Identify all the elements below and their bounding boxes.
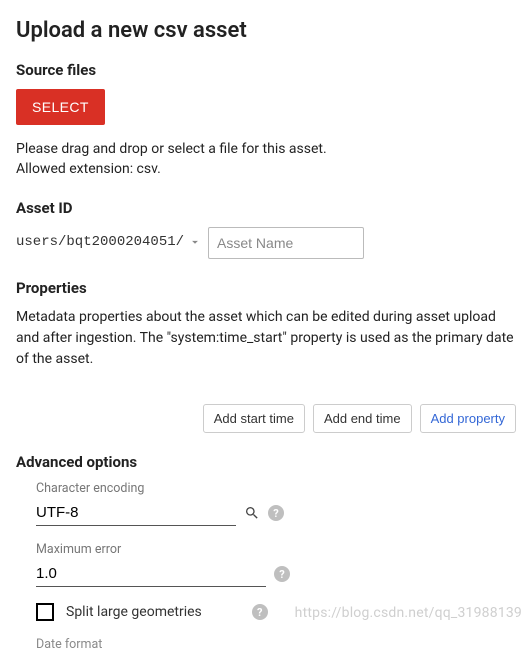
add-end-time-button[interactable]: Add end time <box>313 404 412 433</box>
split-geometries-checkbox[interactable] <box>36 603 54 621</box>
search-icon[interactable] <box>244 505 260 521</box>
asset-path-dropdown[interactable]: users/bqt2000204051/ <box>16 234 202 252</box>
help-icon[interactable]: ? <box>268 505 284 521</box>
advanced-options-section: Advanced options Character encoding ? Ma… <box>16 453 516 652</box>
page-title: Upload a new csv asset <box>16 18 516 43</box>
add-start-time-button[interactable]: Add start time <box>203 404 305 433</box>
max-error-input[interactable] <box>36 561 266 587</box>
asset-id-heading: Asset ID <box>16 199 516 217</box>
split-geometries-label: Split large geometries <box>66 604 202 620</box>
source-files-section: Source files SELECT Please drag and drop… <box>16 61 516 179</box>
properties-desc: Metadata properties about the asset whic… <box>16 307 516 370</box>
date-format-label: Date format <box>36 637 516 652</box>
char-encoding-input[interactable] <box>36 500 236 526</box>
add-property-button[interactable]: Add property <box>420 404 516 433</box>
char-encoding-label: Character encoding <box>36 481 516 496</box>
hint-line-2: Allowed extension: csv. <box>16 159 516 179</box>
watermark: https://blog.csdn.net/qq_31988139 <box>295 605 522 621</box>
help-icon[interactable]: ? <box>252 604 268 620</box>
select-button[interactable]: SELECT <box>16 89 105 125</box>
chevron-down-icon <box>188 235 202 249</box>
max-error-field: Maximum error ? <box>36 542 516 587</box>
properties-heading: Properties <box>16 279 516 297</box>
asset-name-input[interactable] <box>208 227 364 259</box>
help-icon[interactable]: ? <box>274 566 290 582</box>
hint-line-1: Please drag and drop or select a file fo… <box>16 139 516 159</box>
max-error-label: Maximum error <box>36 542 516 557</box>
advanced-heading: Advanced options <box>16 453 516 471</box>
asset-path-text: users/bqt2000204051/ <box>16 234 184 250</box>
asset-id-section: Asset ID users/bqt2000204051/ <box>16 199 516 259</box>
properties-section: Properties Metadata properties about the… <box>16 279 516 433</box>
source-hint: Please drag and drop or select a file fo… <box>16 139 516 179</box>
character-encoding-field: Character encoding ? <box>36 481 516 526</box>
source-files-heading: Source files <box>16 61 516 79</box>
